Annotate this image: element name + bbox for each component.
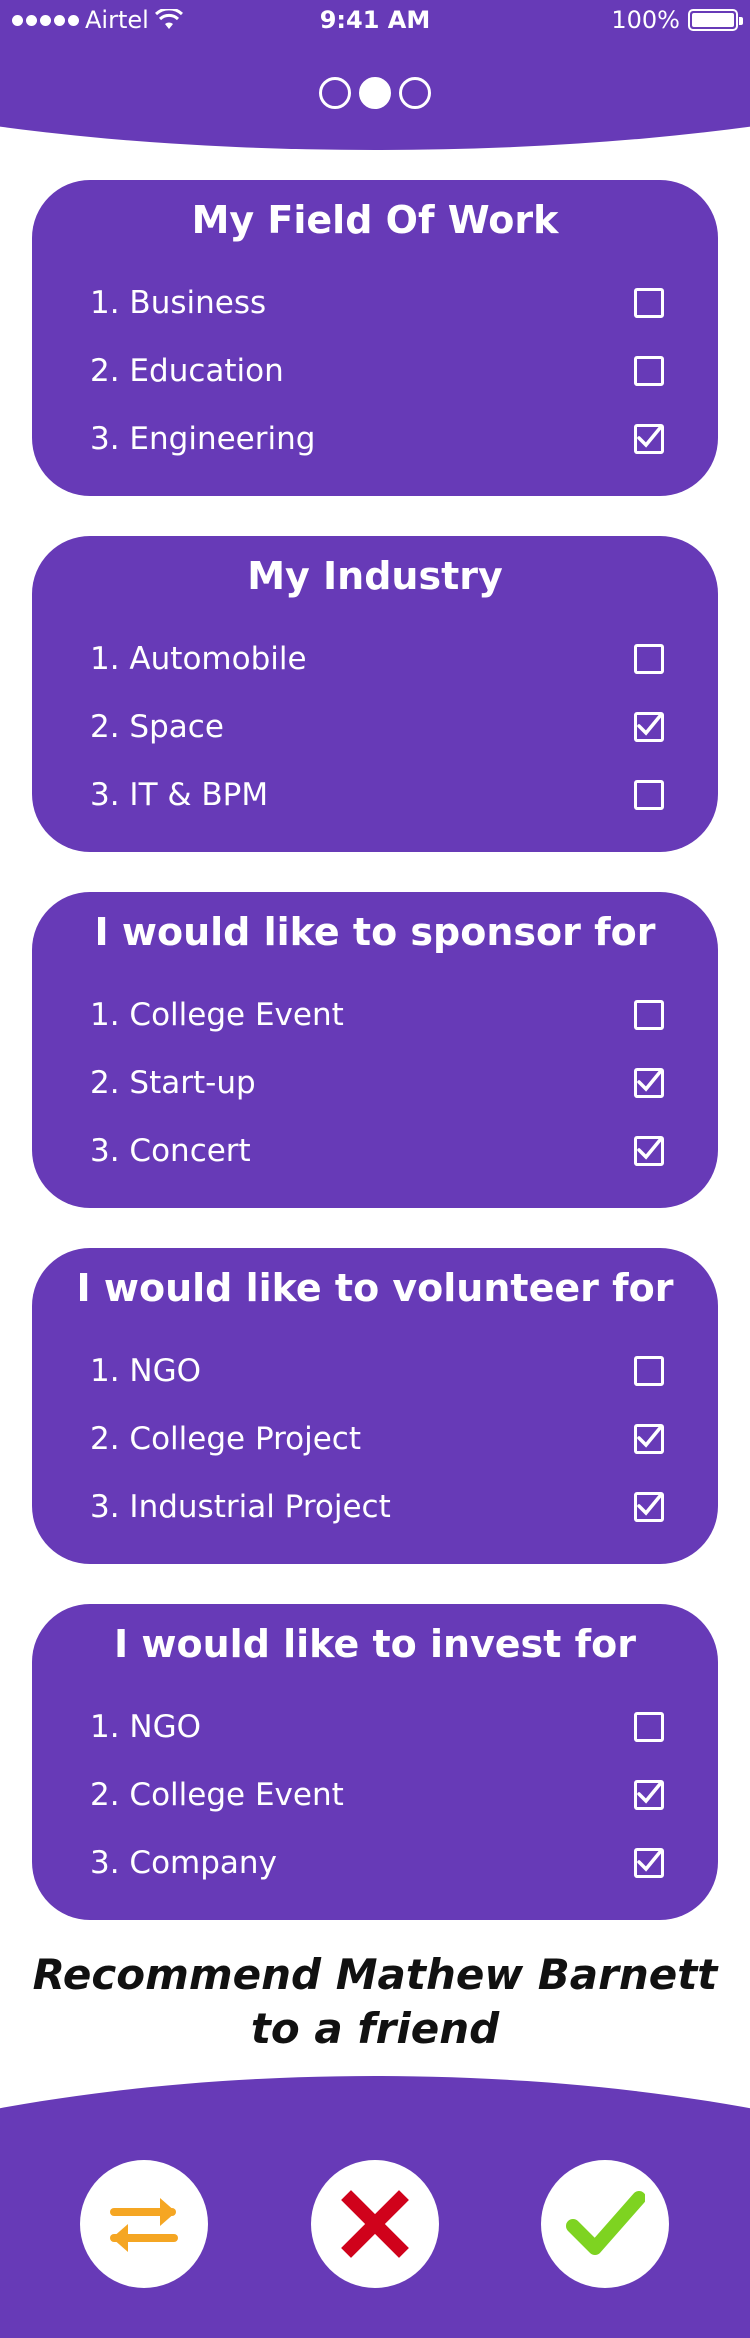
reject-button[interactable] [311,2160,439,2288]
checkbox-unchecked[interactable] [634,1356,664,1386]
option-row[interactable]: 2. College Project [90,1414,670,1464]
checkbox-checked[interactable] [634,1136,664,1166]
option-row[interactable]: 3. Engineering [90,414,670,464]
option-label: 1. Automobile [90,641,307,677]
checkbox-unchecked[interactable] [634,288,664,318]
section-card: My Field Of Work 1. Business 2. Education 3… [32,180,718,496]
option-row[interactable]: 3. Industrial Project [90,1482,670,1532]
page-dot-1 [319,77,351,109]
checkbox-checked[interactable] [634,1068,664,1098]
checkbox-checked[interactable] [634,712,664,742]
option-row[interactable]: 2. College Event [90,1770,670,1820]
checkbox-unchecked[interactable] [634,780,664,810]
option-row[interactable]: 1. NGO [90,1702,670,1752]
option-row[interactable]: 2. Space [90,702,670,752]
swap-button[interactable] [80,2160,208,2288]
checkbox-unchecked[interactable] [634,1000,664,1030]
checkbox-checked[interactable] [634,1780,664,1810]
option-label: 2. Start-up [90,1065,256,1101]
check-icon [637,426,662,448]
check-icon [637,1426,662,1448]
check-icon [637,1850,662,1872]
section-card: I would like to sponsor for 1. College Ev… [32,892,718,1208]
checkbox-checked[interactable] [634,1424,664,1454]
accept-button[interactable] [541,2160,669,2288]
option-row[interactable]: 1. Automobile [90,634,670,684]
option-label: 1. NGO [90,1353,202,1389]
check-icon [637,1138,662,1160]
option-row[interactable]: 1. College Event [90,990,670,1040]
battery-icon [688,9,743,31]
option-row[interactable]: 1. NGO [90,1346,670,1396]
section-title: My Industry [247,554,503,598]
option-label: 3. IT & BPM [90,777,269,813]
option-label: 3. Company [90,1845,277,1881]
recommend-text: Recommend Mathew Barnett to a friend [0,1948,750,2056]
page-dot-2-active [359,77,391,109]
status-right: 100% [611,6,743,34]
option-label: 3. Industrial Project [90,1489,391,1525]
option-row[interactable]: 3. IT & BPM [90,770,670,820]
checkbox-checked[interactable] [634,1848,664,1878]
recommend-line-1: Recommend Mathew Barnett [32,1950,718,1999]
checkbox-checked[interactable] [634,1492,664,1522]
page-indicator [0,77,750,109]
option-label: 2. College Project [90,1421,362,1457]
option-label: 3. Concert [90,1133,251,1169]
checkbox-unchecked[interactable] [634,1712,664,1742]
section-card: I would like to invest for 1. NGO 2. Colle… [32,1604,718,1920]
check-icon [637,1494,662,1516]
option-label: 2. Education [90,353,284,389]
checkbox-checked[interactable] [634,424,664,454]
page-dot-3 [399,77,431,109]
option-label: 2. College Event [90,1777,344,1813]
option-row[interactable]: 3. Concert [90,1126,670,1176]
option-label: 2. Space [90,709,224,745]
option-row[interactable]: 2. Education [90,346,670,396]
check-icon [637,714,662,736]
recommend-line-2: to a friend [250,2004,500,2053]
option-row[interactable]: 2. Start-up [90,1058,670,1108]
option-label: 3. Engineering [90,421,316,457]
option-label: 1. NGO [90,1709,202,1745]
section-title: My Field Of Work [191,198,559,242]
section-title: I would like to sponsor for [94,910,656,954]
swap-arrows-icon [110,2198,178,2252]
checkmark-icon [566,2191,645,2255]
close-icon [341,2190,409,2258]
checkbox-unchecked[interactable] [634,356,664,386]
checkbox-unchecked[interactable] [634,644,664,674]
option-label: 1. Business [90,285,267,321]
section-card: My Industry 1. Automobile 2. Space 3. IT & … [32,536,718,852]
section-title: I would like to invest for [114,1622,636,1666]
section-title: I would like to volunteer for [76,1266,674,1310]
battery-percent: 100% [611,6,680,34]
option-row[interactable]: 3. Company [90,1838,670,1888]
check-icon [637,1070,662,1092]
status-bar: Airtel 9:41 AM 100% [0,0,750,40]
section-card: I would like to volunteer for 1. NGO 2. Co… [32,1248,718,1564]
check-icon [637,1782,662,1804]
option-label: 1. College Event [90,997,344,1033]
option-row[interactable]: 1. Business [90,278,670,328]
